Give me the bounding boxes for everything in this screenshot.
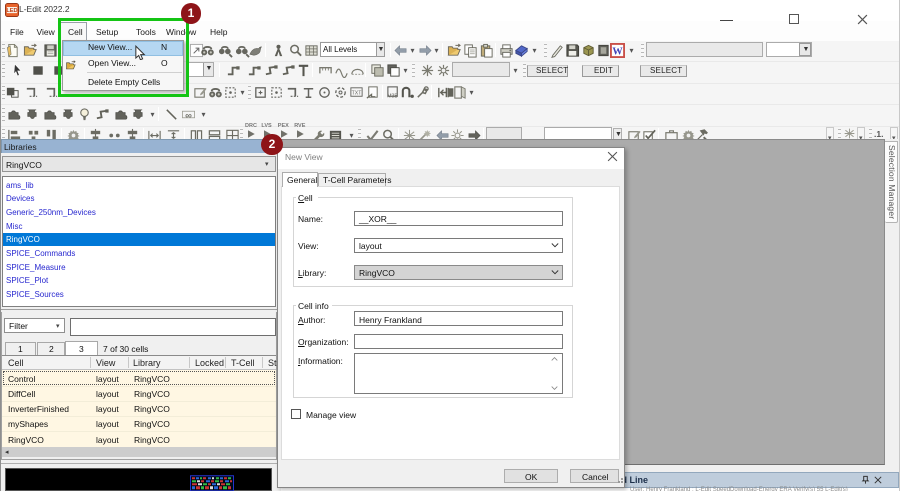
svg-text:∞: ∞ — [185, 110, 192, 120]
svg-text:TXT: TXT — [351, 90, 362, 96]
svg-text:LED: LED — [6, 8, 17, 14]
svg-text:M3B: M3B — [387, 94, 398, 100]
svg-text:W: W — [612, 46, 623, 57]
